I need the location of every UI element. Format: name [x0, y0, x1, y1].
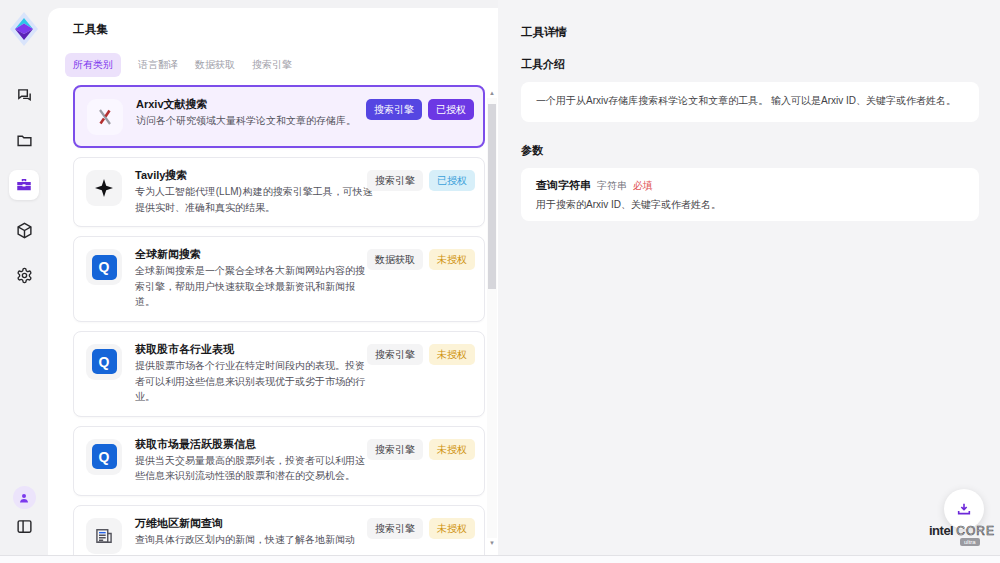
download-icon: [956, 501, 972, 517]
tools-panel-title: 工具集: [73, 22, 498, 37]
param-name: 查询字符串: [536, 178, 591, 193]
chat-icon: [16, 87, 33, 104]
sidebar-item-settings[interactable]: [9, 260, 39, 290]
tool-icon-box: [87, 99, 123, 135]
bottom-strip: [0, 555, 1000, 563]
details-panel: 工具详情 工具介绍 一个用于从Arxiv存储库搜索科学论文和文章的工具。 输入可…: [498, 0, 1000, 555]
panel-toggle-button[interactable]: [16, 518, 33, 539]
panel-toggle-icon: [16, 518, 33, 535]
tool-card[interactable]: 万维地区新闻查询查询具体行政区划内的新闻，快速了解各地新闻动搜索引擎未授权: [73, 505, 485, 556]
user-icon: [18, 492, 30, 504]
category-badge: 数据获取: [367, 249, 423, 270]
folder-icon: [16, 132, 33, 149]
tool-description: 专为人工智能代理 (LLM) 构建的搜索引擎工具，可快速提供实时、准确和真实的结…: [135, 184, 375, 215]
tool-title: 全球新闻搜索: [135, 247, 375, 261]
auth-badge: 未授权: [429, 249, 475, 270]
category-badge: 搜索引擎: [367, 518, 423, 539]
arxiv-logo-icon: [95, 107, 115, 127]
intel-core-logo: intel CORE: [929, 523, 995, 538]
tool-title: 万维地区新闻查询: [135, 516, 375, 530]
scrollbar-thumb[interactable]: [488, 104, 496, 289]
tool-title: 获取股市各行业表现: [135, 342, 375, 356]
news-app-icon: Q: [92, 255, 117, 280]
category-badge: 搜索引擎: [367, 170, 423, 191]
scrollbar-up-arrow[interactable]: ▲: [487, 88, 497, 98]
tool-card[interactable]: Q 获取股市各行业表现提供股票市场各个行业在特定时间段内的表现。投资者可以利用这些…: [73, 331, 485, 417]
param-card: 查询字符串 字符串 必填 用于搜索的Arxiv ID、关键字或作者姓名。: [521, 168, 979, 221]
package-icon: [16, 222, 33, 239]
intro-card: 一个用于从Arxiv存储库搜索科学论文和文章的工具。 输入可以是Arxiv ID…: [521, 82, 979, 122]
param-required-badge: 必填: [633, 179, 653, 193]
category-badge: 搜索引擎: [366, 99, 422, 120]
tab-0[interactable]: 所有类别: [65, 53, 121, 77]
news-app-icon: Q: [92, 349, 117, 374]
tool-icon-box: Q: [86, 344, 122, 380]
sidebar-item-chat[interactable]: [9, 80, 39, 110]
user-avatar[interactable]: [13, 486, 36, 509]
tool-title: Arxiv文献搜索: [136, 97, 376, 111]
category-tabs: 所有类别语言翻译数据获取搜索引擎: [65, 53, 498, 77]
auth-badge: 已授权: [429, 170, 475, 191]
tool-card[interactable]: Q 获取市场最活跃股票信息提供当天交易量最高的股票列表，投资者可以利用这些信息来识…: [73, 426, 485, 496]
tool-icon-box: [86, 170, 122, 206]
tool-description: 全球新闻搜索是一个聚合全球各大新闻网站内容的搜索引擎，帮助用户快速获取全球最新资…: [135, 263, 375, 310]
gear-icon: [16, 267, 33, 284]
newspaper-icon: [94, 526, 114, 546]
auth-badge: 未授权: [429, 518, 475, 539]
auth-badge: 未授权: [429, 439, 475, 460]
intel-ultra-badge: ultra: [960, 538, 980, 546]
category-badge: 搜索引擎: [367, 344, 423, 365]
tool-description: 查询具体行政区划内的新闻，快速了解各地新闻动: [135, 532, 375, 548]
sidebar-item-packages[interactable]: [9, 215, 39, 245]
briefcase-icon: [15, 176, 33, 194]
tool-description: 提供股票市场各个行业在特定时间段内的表现。投资者可以利用这些信息来识别表现优于或…: [135, 358, 375, 405]
details-title: 工具详情: [521, 25, 979, 40]
tool-card[interactable]: Arxiv文献搜索访问各个研究领域大量科学论文和文章的存储库。搜索引擎已授权: [73, 85, 485, 148]
param-description: 用于搜索的Arxiv ID、关键字或作者姓名。: [536, 198, 964, 212]
tab-2[interactable]: 数据获取: [195, 53, 235, 77]
sidebar-item-tools[interactable]: [9, 170, 39, 200]
tool-description: 提供当天交易量最高的股票列表，投资者可以利用这些信息来识别流动性强的股票和潜在的…: [135, 453, 375, 484]
scrollbar-down-arrow[interactable]: ▼: [487, 538, 497, 548]
intro-text: 一个用于从Arxiv存储库搜索科学论文和文章的工具。 输入可以是Arxiv ID…: [536, 95, 956, 106]
tool-cards-list: Arxiv文献搜索访问各个研究领域大量科学论文和文章的存储库。搜索引擎已授权Ta…: [73, 85, 485, 556]
params-heading: 参数: [521, 143, 979, 158]
tavily-logo-icon: [94, 178, 114, 198]
tool-card[interactable]: Q 全球新闻搜索全球新闻搜索是一个聚合全球各大新闻网站内容的搜索引擎，帮助用户快速…: [73, 236, 485, 322]
tool-description: 访问各个研究领域大量科学论文和文章的存储库。: [136, 113, 376, 134]
tool-icon-box: Q: [86, 249, 122, 285]
tool-title: Tavily搜索: [135, 168, 375, 182]
auth-badge: 未授权: [429, 344, 475, 365]
news-app-icon: Q: [92, 444, 117, 469]
param-type: 字符串: [597, 179, 627, 193]
tab-3[interactable]: 搜索引擎: [252, 53, 292, 77]
sidebar-item-files[interactable]: [9, 125, 39, 155]
intro-heading: 工具介绍: [521, 57, 979, 72]
tool-icon-box: Q: [86, 439, 122, 475]
tool-card[interactable]: Tavily搜索专为人工智能代理 (LLM) 构建的搜索引擎工具，可快速提供实时…: [73, 157, 485, 227]
app-logo-icon: [10, 12, 38, 46]
tool-icon-box: [86, 518, 122, 554]
category-badge: 搜索引擎: [367, 439, 423, 460]
tools-panel: 工具集 所有类别语言翻译数据获取搜索引擎 Arxiv文献搜索访问各个研究领域大量…: [48, 8, 498, 555]
sidebar: [0, 0, 48, 563]
tab-1[interactable]: 语言翻译: [138, 53, 178, 77]
tool-title: 获取市场最活跃股票信息: [135, 437, 375, 451]
auth-badge: 已授权: [428, 99, 474, 120]
